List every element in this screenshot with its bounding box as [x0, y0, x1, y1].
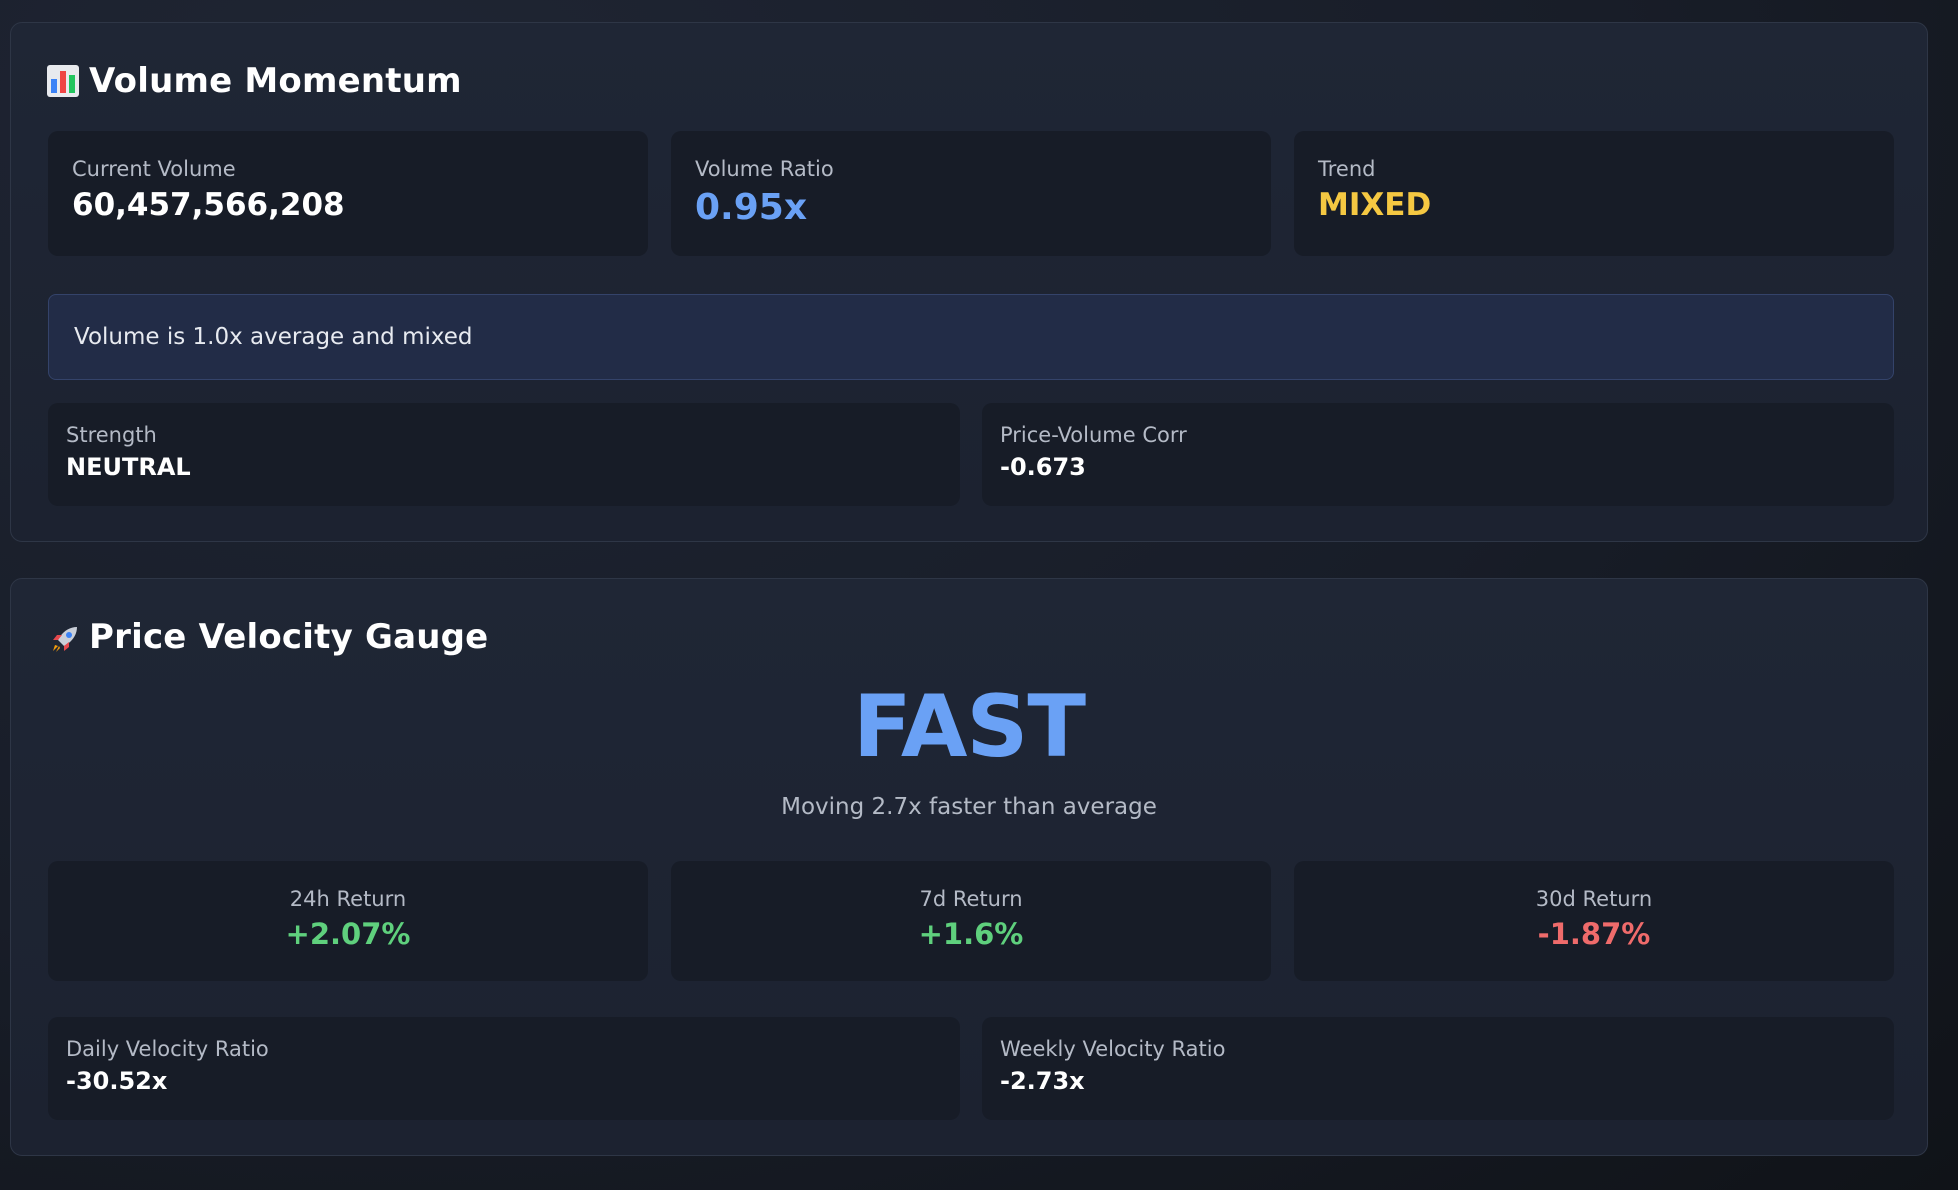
price-velocity-header: Price Velocity Gauge — [47, 617, 488, 657]
return-7d-card: 7d Return +1.6% — [671, 861, 1271, 981]
return-7d-label: 7d Return — [919, 887, 1023, 911]
price-velocity-title: Price Velocity Gauge — [89, 617, 489, 657]
daily-velocity-ratio-card: Daily Velocity Ratio -30.52x — [48, 1017, 960, 1120]
velocity-gauge-value: FAST — [852, 677, 1086, 777]
bar-chart-icon — [47, 65, 79, 97]
price-velocity-panel: Price Velocity Gauge FAST Moving 2.7x fa… — [10, 578, 1928, 1156]
return-24h-card: 24h Return +2.07% — [48, 861, 648, 981]
return-30d-value: -1.87% — [1537, 917, 1651, 951]
price-volume-corr-card: Price-Volume Corr -0.673 — [982, 403, 1894, 506]
volume-momentum-header: Volume Momentum — [47, 61, 462, 101]
weekly-velocity-ratio-card: Weekly Velocity Ratio -2.73x — [982, 1017, 1894, 1120]
strength-value: NEUTRAL — [66, 453, 191, 481]
weekly-velocity-ratio-value: -2.73x — [1000, 1067, 1085, 1095]
volume-momentum-panel: Volume Momentum Current Volume 60,457,56… — [10, 22, 1928, 542]
current-volume-label: Current Volume — [72, 157, 236, 181]
weekly-velocity-ratio-label: Weekly Velocity Ratio — [1000, 1037, 1226, 1061]
trend-value: MIXED — [1318, 187, 1432, 223]
current-volume-value: 60,457,566,208 — [72, 187, 345, 223]
return-30d-card: 30d Return -1.87% — [1294, 861, 1894, 981]
current-volume-card: Current Volume 60,457,566,208 — [48, 131, 648, 256]
return-7d-value: +1.6% — [918, 917, 1024, 951]
volume-momentum-title: Volume Momentum — [89, 61, 462, 101]
daily-velocity-ratio-label: Daily Velocity Ratio — [66, 1037, 269, 1061]
return-24h-label: 24h Return — [289, 887, 407, 911]
strength-card: Strength NEUTRAL — [48, 403, 960, 506]
trend-label: Trend — [1318, 157, 1376, 181]
return-30d-label: 30d Return — [1535, 887, 1653, 911]
strength-label: Strength — [66, 423, 157, 447]
volume-ratio-label: Volume Ratio — [695, 157, 834, 181]
velocity-gauge-description: Moving 2.7x faster than average — [781, 794, 1157, 820]
return-24h-value: +2.07% — [285, 917, 411, 951]
volume-ratio-card: Volume Ratio 0.95x — [671, 131, 1271, 256]
daily-velocity-ratio-value: -30.52x — [66, 1067, 168, 1095]
price-volume-corr-label: Price-Volume Corr — [1000, 423, 1187, 447]
volume-summary: Volume is 1.0x average and mixed — [48, 294, 1894, 380]
price-volume-corr-value: -0.673 — [1000, 453, 1086, 481]
volume-ratio-value: 0.95x — [695, 187, 808, 228]
trend-card: Trend MIXED — [1294, 131, 1894, 256]
rocket-icon — [47, 621, 79, 653]
